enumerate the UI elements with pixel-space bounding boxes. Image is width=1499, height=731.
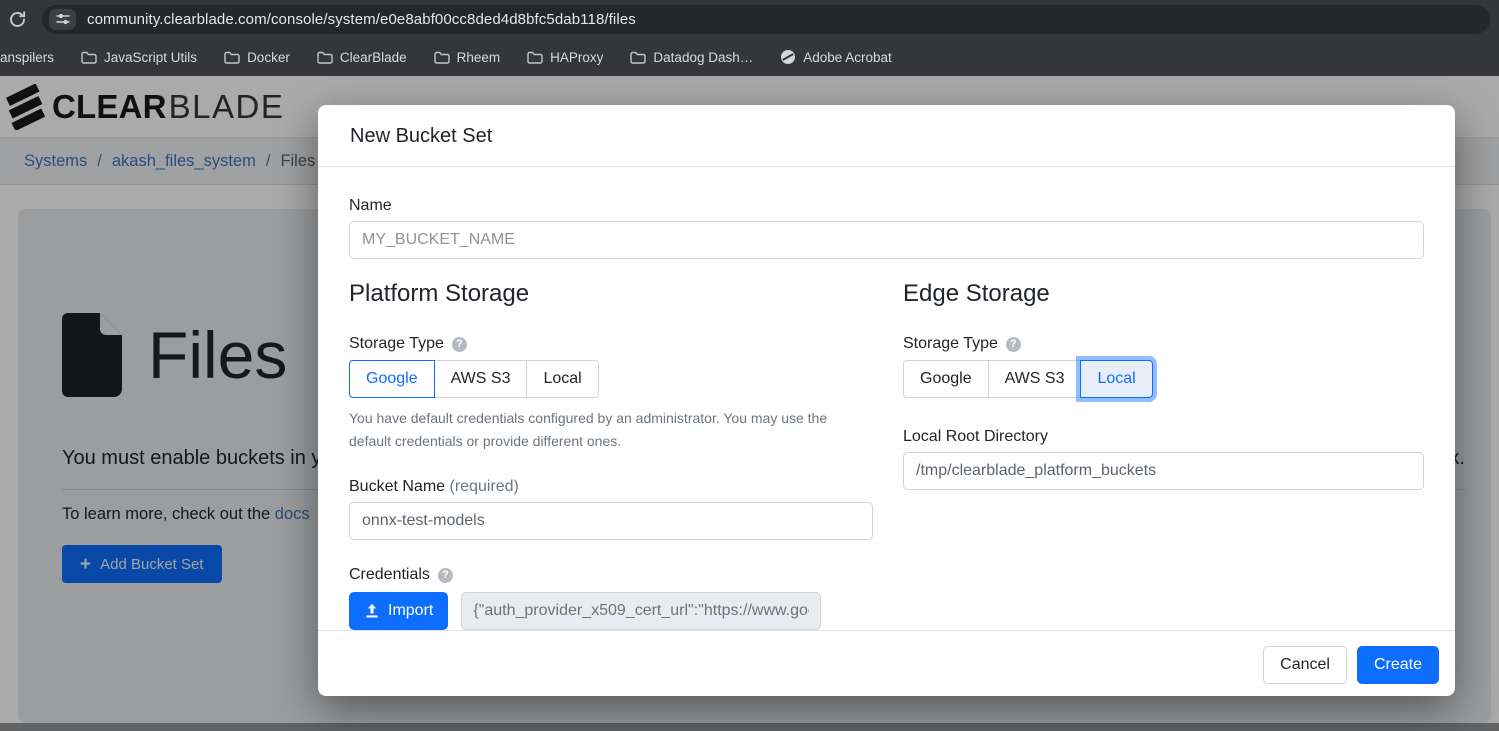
required-hint: (required) — [449, 478, 519, 496]
bookmark-label: Datadog Dash… — [653, 49, 754, 65]
platform-storage-type-group: Google AWS S3 Local — [349, 360, 599, 398]
platform-option-google[interactable]: Google — [349, 360, 435, 398]
folder-icon — [224, 51, 240, 64]
edge-option-local[interactable]: Local — [1080, 360, 1153, 398]
folder-icon — [317, 51, 333, 64]
platform-option-local[interactable]: Local — [526, 360, 599, 398]
url-bar[interactable]: community.clearblade.com/console/system/… — [42, 4, 1490, 34]
reload-button[interactable] — [0, 10, 34, 29]
site-settings-icon[interactable] — [49, 8, 76, 30]
bookmark-label: Adobe Acrobat — [803, 49, 892, 65]
bookmark-label: Docker — [247, 49, 290, 65]
modal-header: New Bucket Set — [318, 105, 1455, 167]
edge-storage-type-group: Google AWS S3 Local — [903, 360, 1153, 398]
import-button[interactable]: Import — [349, 592, 449, 631]
bookmark-label: anspilers — [0, 49, 55, 65]
folder-icon — [527, 51, 543, 64]
bookmarks-bar: anspilers JavaScript Utils Docker ClearB… — [0, 38, 1499, 76]
globe-icon — [781, 50, 796, 64]
credentials-input[interactable] — [461, 592, 822, 631]
bookmark-item-datadog-dash[interactable]: Datadog Dash… — [630, 50, 753, 65]
edge-storage-type-label: Storage Type — [903, 335, 998, 352]
bookmark-item-transpilers[interactable]: anspilers — [0, 50, 54, 65]
bucket-name-input[interactable] — [349, 502, 873, 541]
modal-body: Name Platform Storage Storage Type ? Goo… — [318, 167, 1455, 631]
folder-icon — [81, 51, 97, 64]
help-icon[interactable]: ? — [451, 336, 467, 352]
bookmark-item-clearblade[interactable]: ClearBlade — [317, 50, 407, 65]
url-text[interactable]: community.clearblade.com/console/system/… — [87, 11, 636, 28]
modal-footer: Cancel Create — [318, 630, 1455, 699]
edge-option-aws-s3[interactable]: AWS S3 — [987, 360, 1082, 398]
edge-option-google[interactable]: Google — [903, 360, 989, 398]
browser-toolbar: community.clearblade.com/console/system/… — [0, 0, 1499, 38]
bookmark-label: Rheem — [456, 49, 501, 65]
bookmark-label: HAProxy — [550, 49, 604, 65]
browser-chrome: community.clearblade.com/console/system/… — [0, 0, 1499, 76]
platform-option-aws-s3[interactable]: AWS S3 — [433, 360, 528, 398]
upload-icon — [366, 604, 378, 618]
platform-credentials-help-text: You have default credentials configured … — [349, 410, 828, 449]
create-button[interactable]: Create — [1356, 646, 1439, 685]
cancel-button[interactable]: Cancel — [1263, 646, 1347, 685]
help-icon[interactable]: ? — [1005, 336, 1021, 352]
platform-storage-heading: Platform Storage — [349, 280, 530, 307]
bookmark-item-docker[interactable]: Docker — [224, 50, 290, 65]
local-root-directory-input[interactable] — [903, 452, 1424, 490]
credentials-label: Credentials — [349, 566, 430, 584]
bookmark-item-adobe-acrobat[interactable]: Adobe Acrobat — [780, 49, 892, 65]
folder-icon — [433, 51, 450, 64]
name-input[interactable] — [349, 221, 1424, 259]
folder-icon — [630, 51, 647, 64]
platform-storage-type-label: Storage Type — [349, 335, 444, 352]
name-label: Name — [349, 197, 392, 214]
bookmark-label: JavaScript Utils — [104, 49, 198, 65]
bookmark-item-haproxy[interactable]: HAProxy — [527, 50, 603, 65]
platform-storage-section: Platform Storage Storage Type ? Google A… — [349, 280, 873, 631]
bookmark-label: ClearBlade — [339, 49, 407, 65]
edge-storage-section: Edge Storage Storage Type ? Google AWS S… — [903, 280, 1424, 630]
modal-title: New Bucket Set — [350, 125, 493, 147]
new-bucket-set-modal: New Bucket Set Name Platform Storage Sto… — [318, 105, 1455, 696]
bottom-strip — [0, 723, 1499, 731]
reload-icon — [9, 10, 25, 27]
help-icon[interactable]: ? — [437, 567, 453, 583]
edge-storage-heading: Edge Storage — [903, 280, 1050, 307]
bookmark-item-javascript-utils[interactable]: JavaScript Utils — [81, 50, 197, 65]
local-root-directory-label: Local Root Directory — [903, 428, 1048, 445]
bookmark-item-rheem[interactable]: Rheem — [433, 49, 501, 65]
bucket-name-label: Bucket Name (required) — [349, 478, 519, 496]
